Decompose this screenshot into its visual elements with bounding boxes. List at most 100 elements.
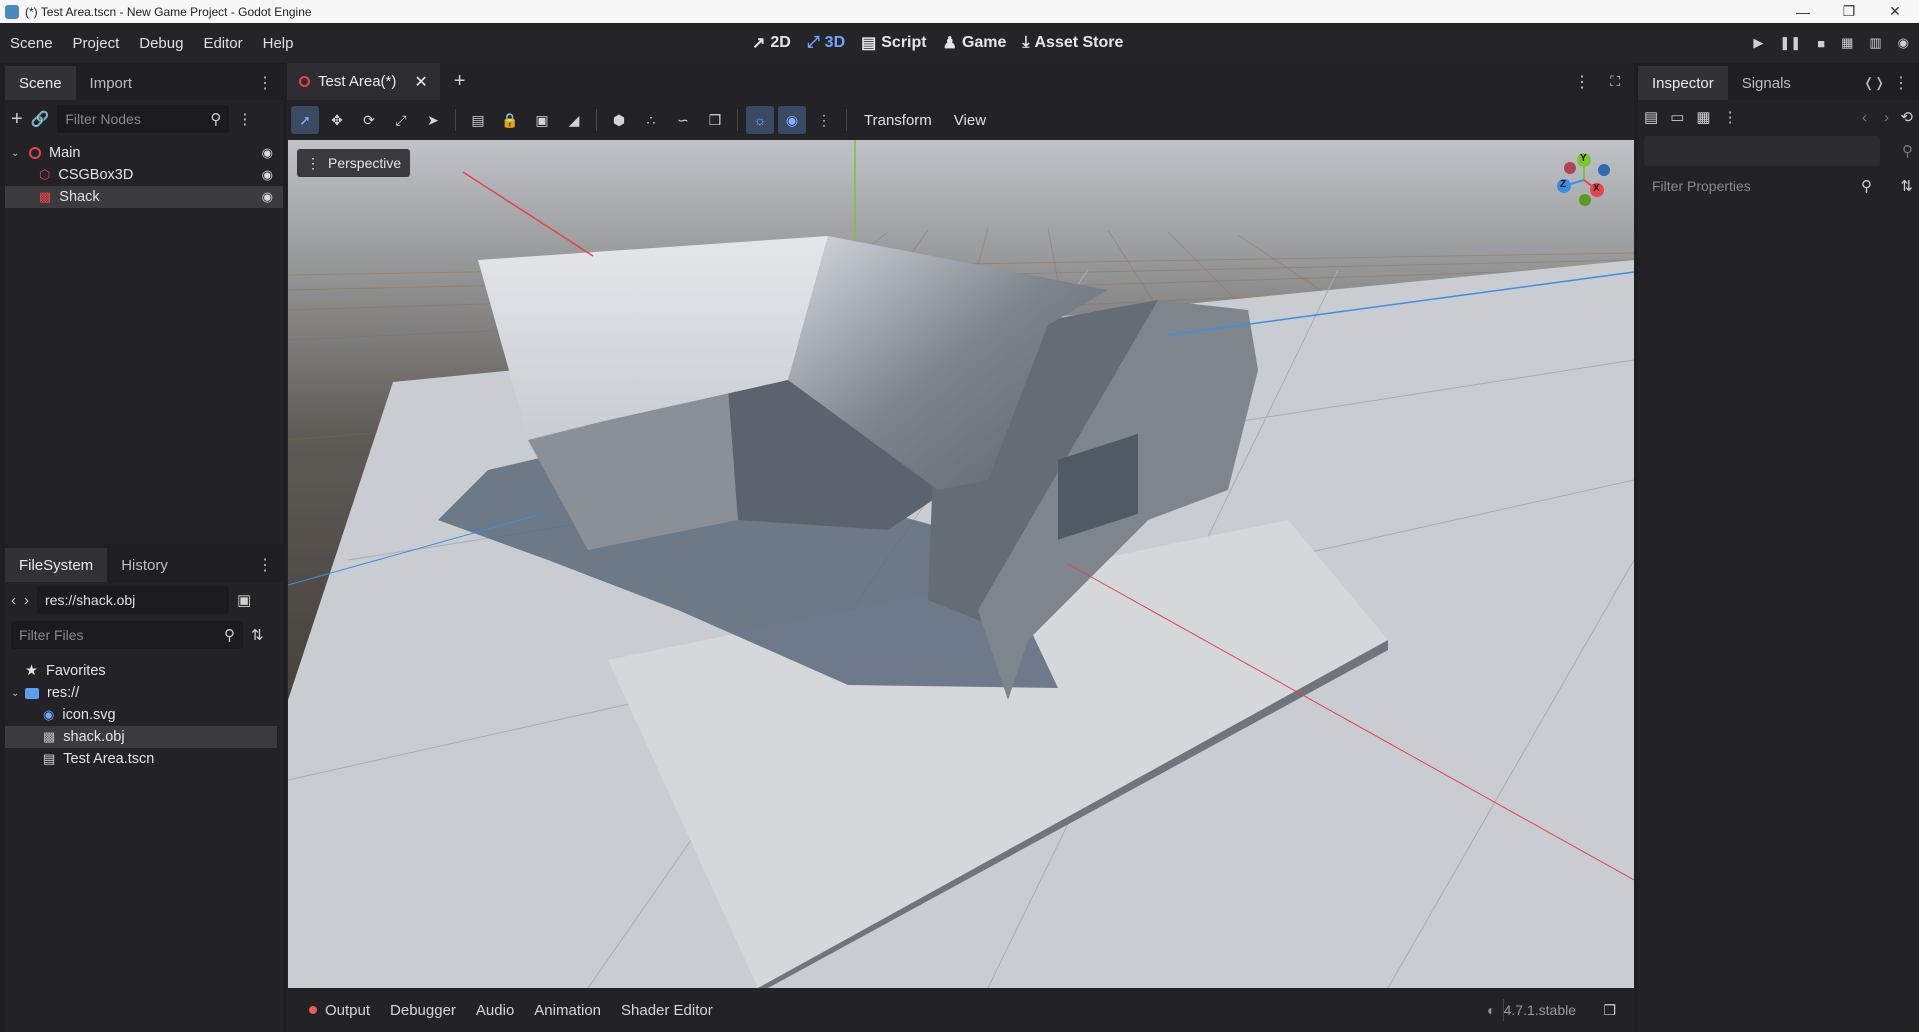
kebab-menu-icon[interactable]: ⋮	[257, 66, 273, 100]
chevron-down-icon[interactable]: ⌄	[11, 688, 25, 699]
sort-icon[interactable]: ⇅	[251, 626, 264, 644]
transform-menu[interactable]: Transform	[855, 112, 941, 129]
minimize-button[interactable]: —	[1780, 0, 1826, 23]
kebab-menu-icon[interactable]: ⋮	[1893, 66, 1909, 100]
godot-app-icon	[5, 4, 19, 19]
movie-maker-icon[interactable]: ◉	[1898, 35, 1909, 51]
property-options-icon[interactable]: ⇅	[1900, 177, 1913, 195]
menu-project[interactable]: Project	[63, 35, 130, 52]
tab-inspector[interactable]: Inspector	[1638, 66, 1728, 100]
tab-filesystem[interactable]: FileSystem	[5, 548, 108, 582]
pin-panel-icon[interactable]: ❒	[1603, 1002, 1616, 1019]
tab-3d[interactable]: ⤢ 3D	[807, 34, 845, 52]
gizmo-y-label: Y	[1580, 153, 1587, 164]
forward-icon[interactable]: ›	[24, 592, 29, 609]
menu-scene[interactable]: Scene	[0, 35, 63, 52]
back-icon[interactable]: ‹	[1862, 109, 1867, 126]
group-icon[interactable]: ▣	[528, 106, 556, 134]
back-icon[interactable]: ‹	[11, 592, 16, 609]
tree-node-shack[interactable]: ▩ Shack ◉	[5, 186, 283, 208]
object-selector[interactable]	[1644, 136, 1880, 166]
sun-preview-icon[interactable]: ☼	[746, 106, 774, 134]
history-icon[interactable]: ⟲	[1900, 108, 1913, 126]
perspective-menu[interactable]: ⋮ Perspective	[297, 149, 411, 177]
menu-help[interactable]: Help	[253, 35, 304, 52]
skeleton-icon[interactable]: ∴	[637, 106, 665, 134]
save-resource-icon[interactable]: ▦	[1696, 108, 1710, 126]
add-node-icon[interactable]: +	[11, 108, 23, 131]
tab-animation[interactable]: Animation	[524, 1002, 611, 1019]
orientation-gizmo[interactable]: Y X Z	[1552, 148, 1616, 212]
file-icon-svg[interactable]: ◉ icon.svg	[5, 704, 283, 726]
stop-icon[interactable]: ■	[1817, 36, 1825, 51]
tab-shader-editor[interactable]: Shader Editor	[611, 1002, 723, 1019]
instantiate-scene-icon[interactable]: 🔗	[31, 110, 50, 128]
forward-icon[interactable]: ›	[1884, 109, 1889, 126]
preview-options-icon[interactable]: ⋮	[810, 106, 838, 134]
filter-properties-input[interactable]: Filter Properties ⚲	[1644, 172, 1880, 200]
visibility-eye-icon[interactable]: ◉	[262, 145, 273, 161]
tree-node-main[interactable]: ⌄ Main ◉	[5, 142, 283, 164]
dock-move-icon[interactable]: ❬❭	[1863, 75, 1885, 91]
filter-nodes-input[interactable]: Filter Nodes ⚲	[57, 105, 230, 133]
tab-output[interactable]: Output	[299, 1002, 380, 1019]
tab-2d[interactable]: ↗ 2D	[752, 33, 791, 53]
pause-icon[interactable]: ❚❚	[1779, 35, 1801, 51]
scene-tab-test-area[interactable]: Test Area(*) ✕	[287, 63, 440, 100]
lock-icon[interactable]: 🔒	[496, 106, 524, 134]
pin-icon[interactable]: ❒	[701, 106, 729, 134]
tab-debugger[interactable]: Debugger	[380, 1002, 466, 1019]
folder-res[interactable]: ⌄ res://	[5, 682, 283, 704]
menu-editor[interactable]: Editor	[193, 35, 252, 52]
play-icon[interactable]: ▶	[1753, 35, 1763, 51]
list-select-icon[interactable]: ➤	[419, 106, 447, 134]
3d-viewport[interactable]: ⋮ Perspective Y X Z	[288, 140, 1634, 988]
toolbar-divider	[596, 109, 597, 131]
scale-mode-icon[interactable]: ⤢	[387, 106, 415, 134]
chevron-down-icon[interactable]: ⌄	[11, 148, 25, 159]
tree-node-csgbox3d[interactable]: ⬡ CSGBox3D ◉	[5, 164, 283, 186]
tab-history[interactable]: History	[107, 548, 182, 582]
file-test-area-tscn[interactable]: ▤ Test Area.tscn	[5, 748, 283, 770]
close-tab-icon[interactable]: ✕	[414, 72, 427, 92]
toggle-split-icon[interactable]: ▣	[237, 591, 251, 609]
move-mode-icon[interactable]: ✥	[323, 106, 351, 134]
visibility-eye-icon[interactable]: ◉	[262, 189, 273, 205]
file-shack-obj[interactable]: ▩ shack.obj	[5, 726, 277, 748]
restore-button[interactable]: ❐	[1826, 0, 1872, 23]
ruler-icon[interactable]: ◢	[560, 106, 588, 134]
tab-script[interactable]: ▤ Script	[861, 33, 926, 53]
view-menu[interactable]: View	[945, 112, 995, 129]
kebab-menu-icon[interactable]: ⋮	[257, 548, 273, 582]
tab-audio[interactable]: Audio	[466, 1002, 524, 1019]
play-custom-scene-icon[interactable]: ▥	[1869, 35, 1881, 51]
ruler-mode-icon[interactable]: ▤	[464, 106, 492, 134]
scene-options-icon[interactable]: ⋮	[237, 110, 252, 128]
path-field[interactable]: res://shack.obj	[37, 586, 229, 614]
play-scene-icon[interactable]: ▦	[1841, 35, 1853, 51]
tab-scene[interactable]: Scene	[5, 66, 76, 100]
add-scene-tab-icon[interactable]: +	[454, 70, 466, 93]
distraction-free-icon[interactable]: ⛶	[1610, 73, 1620, 90]
menu-debug[interactable]: Debug	[129, 35, 193, 52]
filter-files-input[interactable]: Filter Files ⚲	[11, 621, 243, 649]
gizmo-z-label: Z	[1560, 179, 1567, 190]
select-mode-icon[interactable]: ➚	[291, 106, 319, 134]
tab-asset-store[interactable]: ⤓ Asset Store	[1022, 34, 1123, 52]
tab-game[interactable]: ♟ Game	[943, 33, 1007, 53]
close-button[interactable]: ✕	[1872, 0, 1918, 23]
open-resource-icon[interactable]: ▭	[1670, 108, 1684, 126]
new-resource-icon[interactable]: ▤	[1644, 108, 1658, 126]
path-icon[interactable]: ∽	[669, 106, 697, 134]
resource-options-icon[interactable]: ⋮	[1723, 108, 1738, 126]
rotate-mode-icon[interactable]: ⟳	[355, 106, 383, 134]
scene-file-icon: ▤	[43, 751, 56, 766]
favorites-item[interactable]: ★ Favorites	[5, 660, 283, 682]
tab-signals[interactable]: Signals	[1728, 66, 1805, 100]
visibility-eye-icon[interactable]: ◉	[262, 167, 273, 183]
scene-tabs-menu-icon[interactable]: ⋮	[1574, 72, 1590, 92]
doc-icon[interactable]: ⚲	[1902, 142, 1913, 160]
mesh-tool-icon[interactable]: ⬢	[605, 106, 633, 134]
environment-preview-icon[interactable]: ◉	[778, 106, 806, 134]
tab-import[interactable]: Import	[76, 66, 147, 100]
